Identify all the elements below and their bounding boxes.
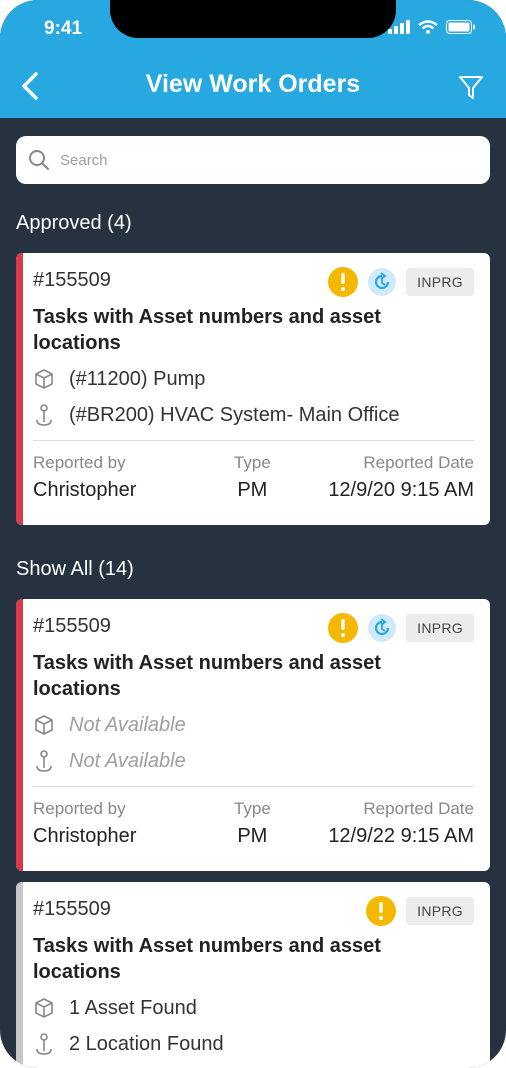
section-show-all-title: Show All (14)	[16, 558, 134, 580]
search-icon	[29, 150, 49, 170]
reported-by-value: Christopher	[33, 825, 137, 847]
location-row: 2 Location Found	[33, 1031, 474, 1057]
status-badge: INPRG	[406, 614, 474, 642]
page-title: View Work Orders	[145, 70, 361, 98]
reported-date-label: Reported Date	[363, 453, 474, 472]
location-row: (#BR200) HVAC System- Main Office	[33, 402, 474, 428]
work-order-title: Tasks with Asset numbers and asset locat…	[33, 306, 381, 354]
location-row: Not Available	[33, 748, 474, 774]
type-value: PM	[237, 825, 268, 847]
asset-text: Not Available	[69, 713, 186, 736]
asset-box-icon	[35, 998, 53, 1018]
reported-by-label: Reported by	[33, 453, 126, 472]
asset-box-icon	[35, 715, 53, 735]
status-time: 9:41	[44, 18, 83, 39]
asset-text: (#11200) Pump	[69, 367, 206, 390]
reported-date-label: Reported Date	[363, 799, 474, 818]
app-header: 9:41 View Work Orders	[0, 0, 506, 118]
search-bar[interactable]	[16, 136, 490, 184]
search-input[interactable]	[58, 150, 442, 170]
asset-box-icon	[35, 369, 53, 389]
sync-icon	[368, 614, 397, 642]
signal-icon	[388, 20, 410, 34]
warning-icon	[366, 896, 397, 926]
warning-icon	[328, 267, 359, 297]
asset-row: Not Available	[33, 712, 474, 738]
section-approved-title: Approved (4)	[16, 212, 132, 234]
battery-icon	[446, 20, 475, 34]
location-pin-icon	[36, 750, 52, 772]
location-text: Not Available	[69, 749, 186, 772]
asset-text: 1 Asset Found	[69, 996, 197, 1019]
type-value: PM	[237, 479, 268, 501]
work-order-card[interactable]: #155509 INPRG Tasks with Asset numbers a…	[16, 253, 490, 525]
asset-row: 1 Asset Found	[33, 995, 474, 1021]
wifi-icon	[418, 20, 438, 34]
work-order-title: Tasks with Asset numbers and asset locat…	[33, 652, 381, 700]
status-icons	[388, 20, 476, 34]
badge-row: INPRG	[366, 896, 474, 926]
location-text: (#BR200) HVAC System- Main Office	[69, 403, 400, 426]
badge-row: INPRG	[328, 613, 474, 643]
filter-icon	[459, 76, 483, 99]
location-text: 2 Location Found	[69, 1032, 224, 1055]
type-label: Type	[233, 799, 271, 818]
phone-screen: 9:41 View Work Orders Search Approved (4…	[0, 0, 506, 1068]
type-label: Type	[233, 453, 271, 472]
warning-icon	[328, 613, 359, 643]
reported-by-label: Reported by	[33, 799, 126, 818]
device-notch	[110, 0, 396, 38]
work-order-title: Tasks with Asset numbers and asset locat…	[33, 935, 381, 983]
card-footer: Reported by Christopher Type PM Reported…	[33, 441, 474, 516]
status-badge: INPRG	[406, 268, 474, 296]
location-pin-icon	[36, 1033, 52, 1055]
work-order-card[interactable]: #155509 INPRG Tasks with Asset numbers a…	[16, 599, 490, 871]
location-pin-icon	[36, 404, 52, 426]
work-order-card[interactable]: #155509 INPRG Tasks with Asset numbers a…	[16, 882, 490, 1068]
sync-icon	[368, 268, 397, 296]
reported-date-value: 12/9/22 9:15 AM	[328, 825, 474, 847]
asset-row: (#11200) Pump	[33, 366, 474, 392]
reported-date-value: 12/9/20 9:15 AM	[328, 479, 474, 501]
card-footer: Reported by Christopher Type PM Reported…	[33, 787, 474, 862]
filter-button[interactable]	[458, 74, 484, 107]
reported-by-value: Christopher	[33, 479, 137, 501]
badge-row: INPRG	[328, 267, 474, 297]
status-badge: INPRG	[406, 897, 474, 925]
